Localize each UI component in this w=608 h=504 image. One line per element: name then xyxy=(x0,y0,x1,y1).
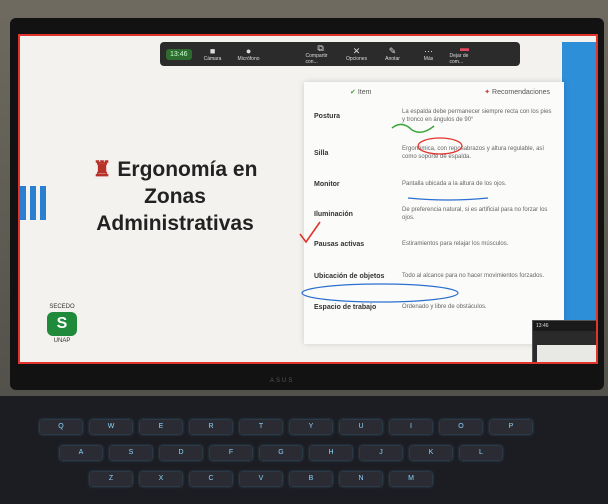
key-c: C xyxy=(190,472,232,486)
handwritten-annotations xyxy=(299,123,489,303)
key-d: D xyxy=(160,446,202,460)
key-k: K xyxy=(410,446,452,460)
key-g: G xyxy=(260,446,302,460)
green-squiggle xyxy=(391,123,435,133)
key-v: V xyxy=(240,472,282,486)
laptop-brand: ASUS xyxy=(270,378,295,384)
blue-oval xyxy=(301,283,459,303)
key-t: T xyxy=(240,420,282,434)
key-n: N xyxy=(340,472,382,486)
key-r: R xyxy=(190,420,232,434)
key-w: W xyxy=(90,420,132,434)
key-h: H xyxy=(310,446,352,460)
keyboard: QWERTYUIOP ASDFGHJKL ZXCVBNM xyxy=(0,396,608,504)
key-j: J xyxy=(360,446,402,460)
key-b: B xyxy=(290,472,332,486)
red-circle xyxy=(417,137,463,155)
blue-underline xyxy=(407,197,489,201)
key-o: O xyxy=(440,420,482,434)
key-s: S xyxy=(110,446,152,460)
key-e: E xyxy=(140,420,182,434)
key-p: P xyxy=(490,420,532,434)
key-l: L xyxy=(460,446,502,460)
key-m: M xyxy=(390,472,432,486)
key-y: Y xyxy=(290,420,332,434)
key-x: X xyxy=(140,472,182,486)
key-a: A xyxy=(60,446,102,460)
mini-window-preview xyxy=(537,345,596,362)
mini-window-bar: 13:46 xyxy=(533,321,596,331)
laptop-screen: 13:46 ■ Cámara ● Micrófono ⧉ Compartir con...… xyxy=(18,34,598,364)
key-i: I xyxy=(390,420,432,434)
key-q: Q xyxy=(40,420,82,434)
key-z: Z xyxy=(90,472,132,486)
key-f: F xyxy=(210,446,252,460)
red-check xyxy=(299,221,321,244)
key-u: U xyxy=(340,420,382,434)
zoom-mini-window[interactable]: 13:46 xyxy=(532,320,596,362)
